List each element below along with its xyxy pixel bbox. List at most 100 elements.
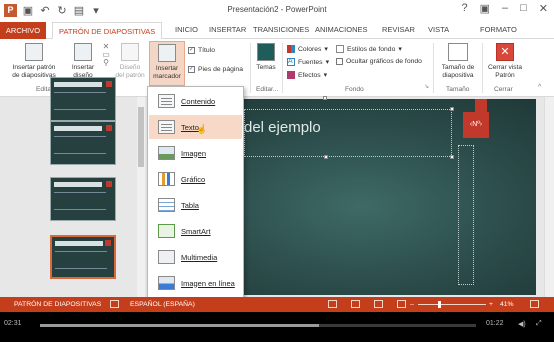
close-master-icon: ✕ [496,43,514,61]
tab-inicio[interactable]: INICIO [175,25,198,34]
menu-item-imagen[interactable]: Imagen [149,141,242,165]
tab-insertar[interactable]: INSERTAR [209,25,246,34]
master-layout-icon [121,43,139,61]
scrollbar-thumb[interactable] [138,107,144,167]
themes-button[interactable]: Temas [254,43,278,72]
slide-sorter-icon[interactable] [351,300,360,308]
chart-placeholder-icon [158,172,175,186]
group-label-size: Tamaño [446,86,470,93]
resize-handle[interactable] [324,155,328,159]
insert-placeholder-button[interactable]: Insertar marcador [149,41,185,86]
help-icon[interactable]: ? [461,2,467,15]
zoom-slider-handle[interactable] [438,301,441,308]
slide-size-label-1: Tamaño de [441,64,475,71]
fullscreen-icon[interactable]: ⤢ [536,320,542,328]
fonts-label: Fuentes [298,58,323,66]
effects-label: Efectos [298,71,321,79]
colors-label: Colores [298,45,322,53]
media-placeholder-icon [158,250,175,264]
ribbon-display-icon[interactable]: ▣ [480,2,490,15]
zoom-slider[interactable] [418,304,486,305]
slide-thumbnail[interactable] [50,77,116,121]
dropdown-arrow-icon: ▾ [324,46,328,53]
group-separator [433,43,434,93]
checkbox-unchecked-icon [336,58,343,65]
fonts-icon: A [287,58,295,66]
tab-patron-diapositivas[interactable]: PATRÓN DE DIAPOSITIVAS [52,22,163,40]
slide-thumbnail-selected[interactable] [50,235,116,279]
colors-dropdown[interactable]: Colores ▾ [287,45,328,53]
menu-item-contenido[interactable]: Contenido [149,89,242,113]
group-separator [282,43,283,93]
menu-item-grafico[interactable]: Gráfico [149,167,242,191]
text-placeholder-icon [158,120,175,134]
slide-size-button[interactable]: Tamaño de diapositiva [436,43,480,80]
insert-slide-master-button[interactable]: Insertar patrón de diapositivas [2,43,66,80]
rotate-handle[interactable] [323,96,327,100]
tab-formato[interactable]: FORMATO [480,25,517,34]
effects-dropdown[interactable]: Efectos ▾ [287,71,327,79]
menu-item-tabla[interactable]: Tabla [149,193,242,217]
title-checkbox[interactable]: ✓ Título [188,47,215,54]
slide-thumbnail-pane[interactable] [0,77,146,297]
background-styles-icon [336,45,344,53]
slide-thumbnail[interactable] [50,121,116,165]
minimize-icon[interactable]: – [502,2,508,15]
group-separator [482,43,483,93]
normal-view-icon[interactable] [328,300,337,308]
collapse-ribbon-icon[interactable]: ^ [538,84,541,92]
close-master-label-1: Cerrar vista [487,64,523,71]
group-label-background: Fondo [345,86,364,93]
reading-view-icon[interactable] [374,300,383,308]
volume-icon[interactable]: ◀) [518,320,526,328]
thumbnail-scrollbar[interactable] [137,97,145,297]
vertical-placeholder[interactable] [458,145,474,285]
resize-handle[interactable] [450,155,454,159]
dialog-launcher-icon[interactable]: ↘ [424,83,429,91]
fonts-dropdown[interactable]: A Fuentes ▾ [287,58,329,66]
window-controls: ? ▣ – □ ✕ [461,2,548,15]
maximize-icon[interactable]: □ [520,2,527,15]
menu-item-texto[interactable]: Texto ☝ [149,115,242,139]
language-label[interactable]: ESPAÑOL (ESPAÑA) [130,301,195,308]
video-player-bar: 02:31 01:22 ◀) ⤢ [0,312,554,342]
zoom-out-icon[interactable]: – [410,301,414,308]
tab-animaciones[interactable]: ANIMACIONES [315,25,368,34]
tab-transiciones[interactable]: TRANSICIONES [253,25,309,34]
mouse-pointer-icon: ☝ [196,124,208,134]
tab-vista[interactable]: VISTA [428,25,449,34]
slide-title-text[interactable]: del ejemplo [244,119,321,136]
menu-item-smartart[interactable]: SmartArt [149,219,242,243]
slide-scrollbar[interactable] [544,97,554,297]
insert-layout-button[interactable]: Insertar diseño [66,43,100,80]
zoom-level[interactable]: 41% [500,301,514,308]
footers-checkbox[interactable]: ✓ Pies de página [188,66,243,73]
slide-number-placeholder[interactable]: ‹Nº› [463,112,489,138]
background-styles-dropdown[interactable]: Estilos de fondo ▾ [336,45,402,53]
menu-item-multimedia[interactable]: Multimedia [149,245,242,269]
spell-check-icon[interactable] [110,300,119,308]
online-picture-placeholder-icon [158,276,175,290]
picture-placeholder-icon [158,146,175,160]
close-master-label-2: Patrón [495,72,515,79]
design-label-2: del patrón [115,72,145,79]
delete-rename-icons[interactable]: ✕ ▭ ⚲ [101,43,111,67]
menu-item-imagen-en-linea[interactable]: Imagen en línea [149,271,242,295]
master-layout-button: Diseño del patrón [112,43,148,80]
resize-handle[interactable] [450,107,454,111]
hide-background-checkbox[interactable]: Ocultar gráficos de fondo [336,58,422,65]
zoom-in-icon[interactable]: + [489,301,493,308]
checkbox-checked-icon: ✓ [188,66,195,73]
menu-item-label: Tabla [181,200,199,210]
close-master-view-button[interactable]: ✕ Cerrar vista Patrón [484,43,526,80]
close-icon[interactable]: ✕ [539,2,548,15]
slide-thumbnail[interactable] [50,177,116,221]
tab-archivo[interactable]: ARCHIVO [0,22,46,39]
hide-background-label: Ocultar gráficos de fondo [346,58,422,65]
video-progress-bar[interactable] [40,324,476,327]
fit-to-window-icon[interactable] [530,300,539,308]
slideshow-icon[interactable] [397,300,406,308]
tab-revisar[interactable]: REVISAR [382,25,415,34]
effects-icon [287,71,295,79]
dropdown-arrow-icon: ▾ [398,46,402,53]
